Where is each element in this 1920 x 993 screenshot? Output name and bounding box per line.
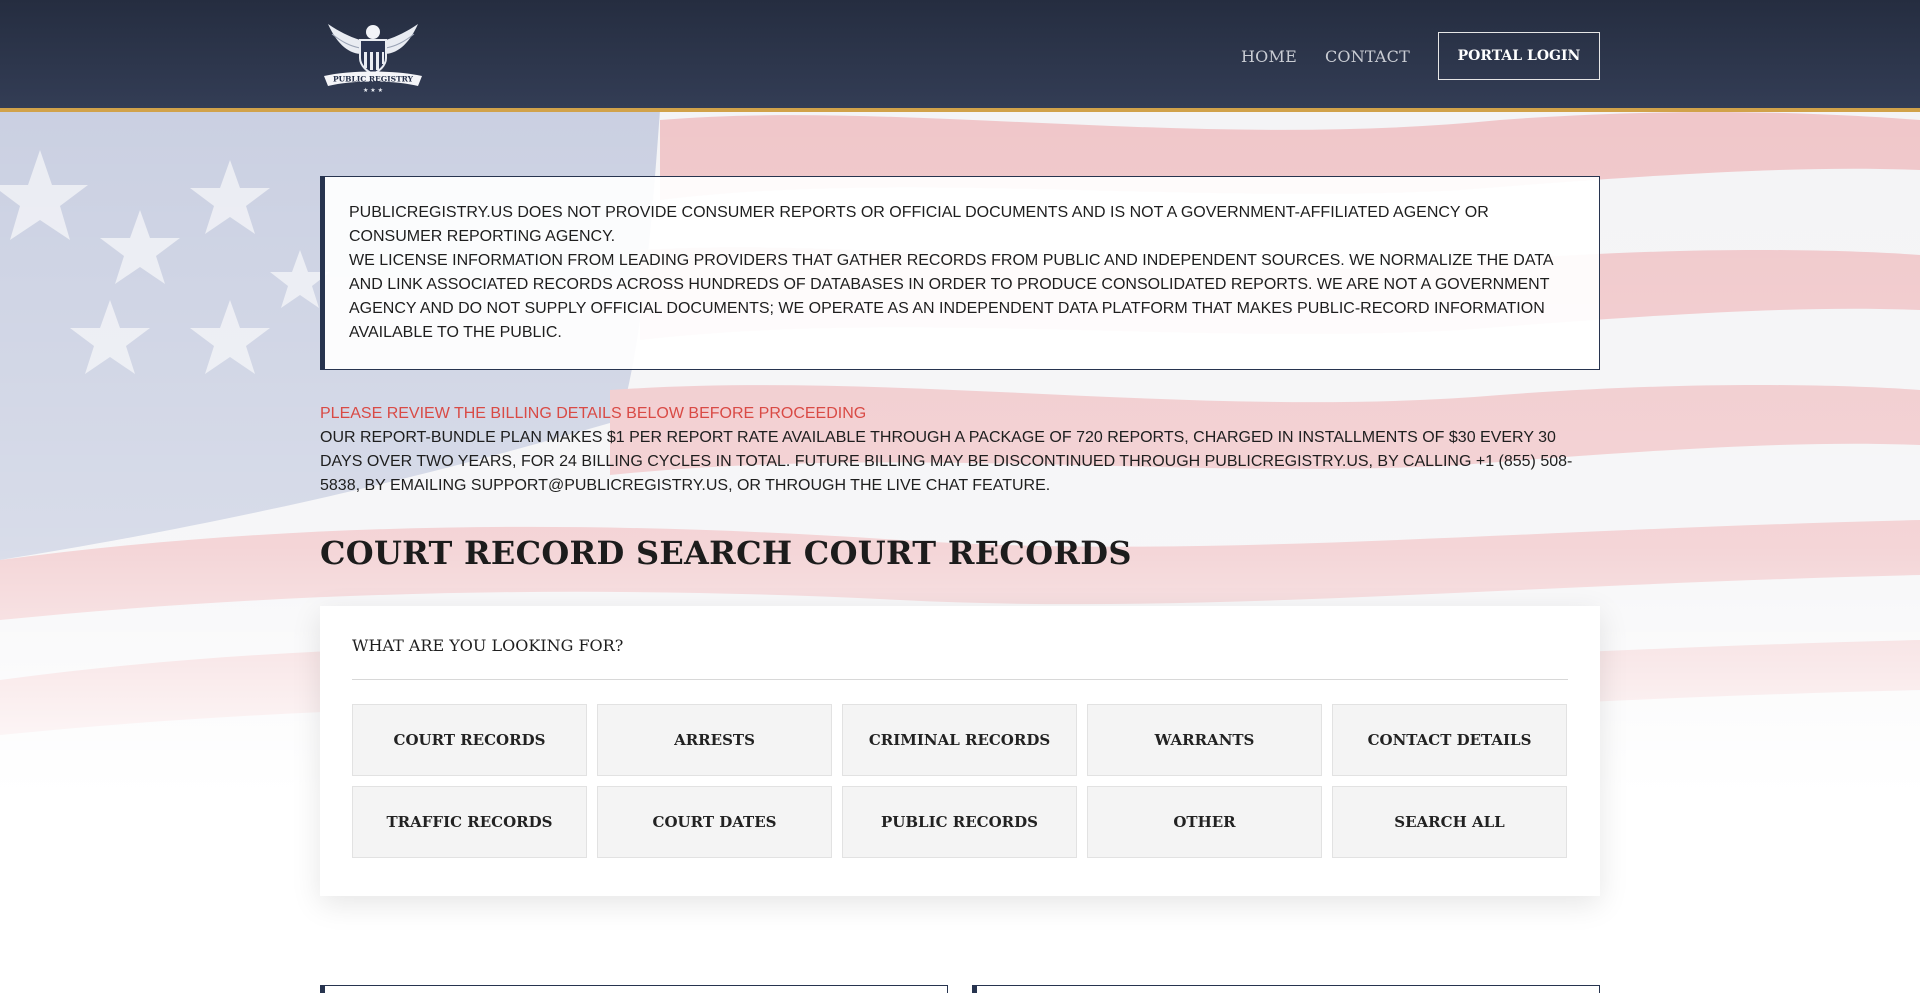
bottom-card-left — [320, 985, 948, 993]
billing-details: OUR REPORT-BUNDLE PLAN MAKES $1 PER REPO… — [320, 429, 1573, 494]
nav-contact-link[interactable]: CONTACT — [1325, 47, 1410, 66]
bottom-cards-row — [320, 985, 1600, 993]
option-contact-details[interactable]: CONTACT DETAILS — [1332, 704, 1567, 776]
option-warrants[interactable]: WARRANTS — [1087, 704, 1322, 776]
option-arrests[interactable]: ARRESTS — [597, 704, 832, 776]
disclaimer-line-2: WE LICENSE INFORMATION FROM LEADING PROV… — [349, 252, 1553, 341]
logo-text: PUBLIC REGISTRY — [333, 75, 414, 84]
disclaimer-line-1: PUBLICREGISTRY.US DOES NOT PROVIDE CONSU… — [349, 204, 1489, 245]
page-title: COURT RECORD SEARCH COURT RECORDS — [320, 534, 1132, 572]
main-nav: HOME CONTACT PORTAL LOGIN — [1241, 32, 1600, 80]
billing-warning: PLEASE REVIEW THE BILLING DETAILS BELOW … — [320, 405, 867, 422]
eagle-logo-icon: PUBLIC REGISTRY ★ ★ ★ — [324, 24, 422, 94]
portal-login-button[interactable]: PORTAL LOGIN — [1438, 32, 1600, 80]
disclaimer-box: PUBLICREGISTRY.US DOES NOT PROVIDE CONSU… — [320, 176, 1600, 370]
search-panel-title: WHAT ARE YOU LOOKING FOR? — [352, 636, 1568, 680]
search-panel: WHAT ARE YOU LOOKING FOR? COURT RECORDS … — [320, 606, 1600, 896]
svg-text:★ ★ ★: ★ ★ ★ — [363, 87, 383, 94]
billing-notice: PLEASE REVIEW THE BILLING DETAILS BELOW … — [320, 402, 1600, 498]
option-search-all[interactable]: SEARCH ALL — [1332, 786, 1567, 858]
option-court-records[interactable]: COURT RECORDS — [352, 704, 587, 776]
option-criminal-records[interactable]: CRIMINAL RECORDS — [842, 704, 1077, 776]
main-content: PUBLICREGISTRY.US DOES NOT PROVIDE CONSU… — [320, 112, 1600, 896]
option-other[interactable]: OTHER — [1087, 786, 1322, 858]
site-header: PUBLIC REGISTRY ★ ★ ★ HOME CONTACT PORTA… — [0, 0, 1920, 112]
bottom-card-right — [972, 985, 1600, 993]
option-public-records[interactable]: PUBLIC RECORDS — [842, 786, 1077, 858]
option-traffic-records[interactable]: TRAFFIC RECORDS — [352, 786, 587, 858]
public-registry-logo[interactable]: PUBLIC REGISTRY ★ ★ ★ — [320, 14, 426, 94]
search-options-grid: COURT RECORDS ARRESTS CRIMINAL RECORDS W… — [352, 704, 1568, 858]
nav-home-link[interactable]: HOME — [1241, 47, 1297, 66]
option-court-dates[interactable]: COURT DATES — [597, 786, 832, 858]
